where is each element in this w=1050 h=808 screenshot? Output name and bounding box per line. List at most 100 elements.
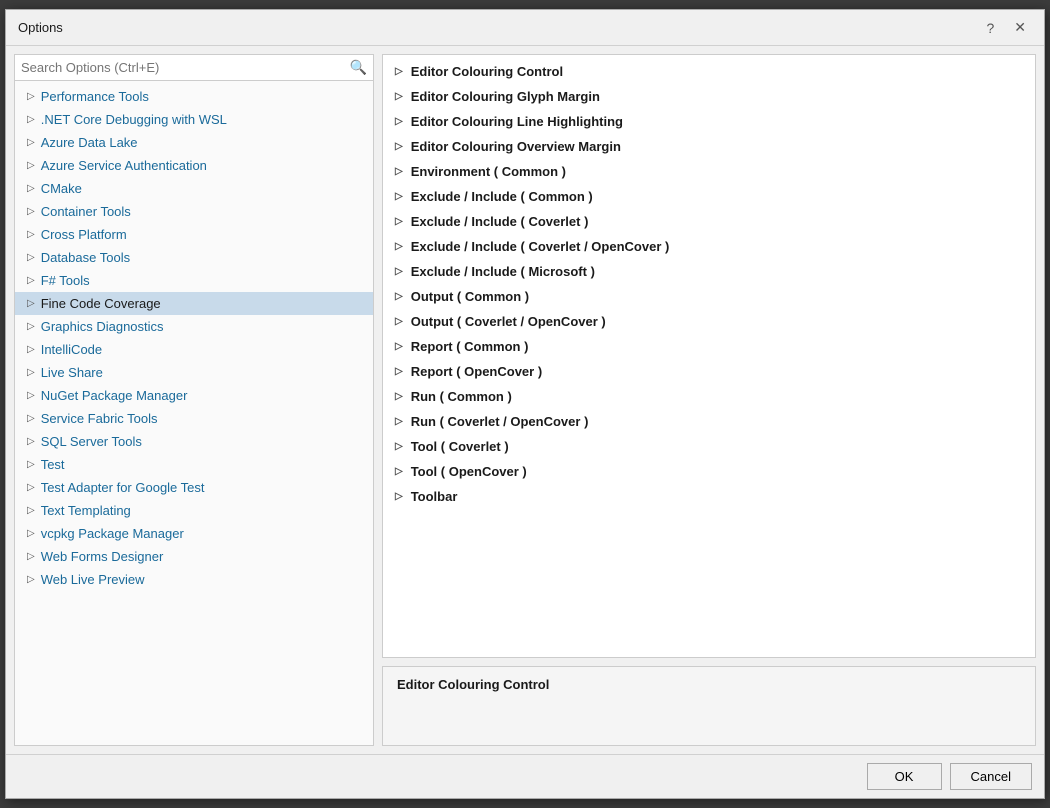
tree-item-label: Service Fabric Tools bbox=[41, 411, 158, 426]
tree-item[interactable]: ▷.NET Core Debugging with WSL bbox=[15, 108, 373, 131]
right-item-label: Run ( Coverlet / OpenCover ) bbox=[411, 414, 589, 429]
right-item-label: Exclude / Include ( Microsoft ) bbox=[411, 264, 595, 279]
tree-item-label: F# Tools bbox=[41, 273, 90, 288]
right-top-list: ▷Editor Colouring Control▷Editor Colouri… bbox=[382, 54, 1036, 658]
chevron-right-icon: ▷ bbox=[395, 216, 403, 227]
right-list-item[interactable]: ▷Output ( Coverlet / OpenCover ) bbox=[383, 309, 1035, 334]
right-item-label: Tool ( Coverlet ) bbox=[411, 439, 509, 454]
right-item-label: Report ( Common ) bbox=[411, 339, 529, 354]
right-item-label: Run ( Common ) bbox=[411, 389, 512, 404]
right-item-label: Exclude / Include ( Common ) bbox=[411, 189, 593, 204]
chevron-right-icon: ▷ bbox=[27, 321, 35, 332]
tree-item[interactable]: ▷ Fine Code Coverage bbox=[15, 292, 373, 315]
chevron-right-icon: ▷ bbox=[395, 416, 403, 427]
chevron-right-icon: ▷ bbox=[395, 91, 403, 102]
tree-item-label: Live Share bbox=[41, 365, 103, 380]
tree-item[interactable]: ▷Azure Service Authentication bbox=[15, 154, 373, 177]
chevron-right-icon: ▷ bbox=[27, 298, 35, 309]
right-item-label: Editor Colouring Line Highlighting bbox=[411, 114, 623, 129]
title-bar: Options ? ✕ bbox=[6, 10, 1044, 46]
right-list-item[interactable]: ▷Report ( Common ) bbox=[383, 334, 1035, 359]
chevron-right-icon: ▷ bbox=[395, 441, 403, 452]
tree-item[interactable]: ▷Azure Data Lake bbox=[15, 131, 373, 154]
tree-item[interactable]: ▷Web Live Preview bbox=[15, 568, 373, 591]
right-list-item[interactable]: ▷Report ( OpenCover ) bbox=[383, 359, 1035, 384]
chevron-right-icon: ▷ bbox=[27, 459, 35, 470]
tree-item-label: Graphics Diagnostics bbox=[41, 319, 164, 334]
tree-item[interactable]: ▷CMake bbox=[15, 177, 373, 200]
chevron-right-icon: ▷ bbox=[27, 367, 35, 378]
selected-item-label: Editor Colouring Control bbox=[397, 677, 549, 692]
chevron-right-icon: ▷ bbox=[395, 466, 403, 477]
chevron-right-icon: ▷ bbox=[27, 160, 35, 171]
right-list-item[interactable]: ▷ Run ( Common ) bbox=[383, 384, 1035, 409]
right-list-item[interactable]: ▷Editor Colouring Overview Margin bbox=[383, 134, 1035, 159]
cancel-button[interactable]: Cancel bbox=[950, 763, 1032, 790]
chevron-right-icon: ▷ bbox=[27, 137, 35, 148]
tree-item[interactable]: ▷Container Tools bbox=[15, 200, 373, 223]
chevron-right-icon: ▷ bbox=[395, 316, 403, 327]
dialog-body: 🔍 ▷Performance Tools▷.NET Core Debugging… bbox=[6, 46, 1044, 754]
right-list-item[interactable]: ▷ Exclude / Include ( Microsoft ) bbox=[383, 259, 1035, 284]
chevron-right-icon: ▷ bbox=[27, 344, 35, 355]
chevron-right-icon: ▷ bbox=[395, 391, 403, 402]
tree-item[interactable]: ▷SQL Server Tools bbox=[15, 430, 373, 453]
tree-item-label: Container Tools bbox=[41, 204, 131, 219]
right-bottom-label: Editor Colouring Control bbox=[382, 666, 1036, 746]
search-input[interactable] bbox=[21, 60, 350, 75]
right-list-item[interactable]: ▷ Run ( Coverlet / OpenCover ) bbox=[383, 409, 1035, 434]
tree-item-label: Cross Platform bbox=[41, 227, 127, 242]
tree-item-label: Fine Code Coverage bbox=[41, 296, 161, 311]
tree-item[interactable]: ▷IntelliCode bbox=[15, 338, 373, 361]
options-dialog: Options ? ✕ 🔍 ▷Performance Tools▷.NET Co… bbox=[5, 9, 1045, 799]
tree-item[interactable]: ▷ Text Templating bbox=[15, 499, 373, 522]
tree-item[interactable]: ▷ Test bbox=[15, 453, 373, 476]
chevron-right-icon: ▷ bbox=[27, 91, 35, 102]
right-list-item[interactable]: ▷Environment ( Common ) bbox=[383, 159, 1035, 184]
close-button[interactable]: ✕ bbox=[1008, 17, 1032, 38]
tree-item[interactable]: ▷ Graphics Diagnostics bbox=[15, 315, 373, 338]
chevron-right-icon: ▷ bbox=[27, 275, 35, 286]
right-list-item[interactable]: ▷ Exclude / Include ( Coverlet / OpenCove… bbox=[383, 234, 1035, 259]
tree-item[interactable]: ▷Performance Tools bbox=[15, 85, 373, 108]
tree-item[interactable]: ▷ Live Share bbox=[15, 361, 373, 384]
tree-item[interactable]: ▷Cross Platform bbox=[15, 223, 373, 246]
chevron-right-icon: ▷ bbox=[27, 114, 35, 125]
right-list-item[interactable]: ▷Editor Colouring Line Highlighting bbox=[383, 109, 1035, 134]
tree-item[interactable]: ▷vcpkg Package Manager bbox=[15, 522, 373, 545]
right-item-label: Output ( Common ) bbox=[411, 289, 529, 304]
tree-item[interactable]: ▷ Service Fabric Tools bbox=[15, 407, 373, 430]
tree-item-label: Test bbox=[41, 457, 65, 472]
dialog-title: Options bbox=[18, 20, 63, 35]
tree-item[interactable]: ▷Database Tools bbox=[15, 246, 373, 269]
right-list-item[interactable]: ▷Editor Colouring Control bbox=[383, 59, 1035, 84]
right-item-label: Exclude / Include ( Coverlet ) bbox=[411, 214, 589, 229]
right-list-item[interactable]: ▷ Tool ( Coverlet ) bbox=[383, 434, 1035, 459]
help-button[interactable]: ? bbox=[980, 18, 1000, 38]
tree-item-label: Text Templating bbox=[41, 503, 131, 518]
right-list-item[interactable]: ▷Exclude / Include ( Common ) bbox=[383, 184, 1035, 209]
right-list-item[interactable]: ▷Toolbar bbox=[383, 484, 1035, 509]
chevron-right-icon: ▷ bbox=[27, 390, 35, 401]
right-item-label: Exclude / Include ( Coverlet / OpenCover… bbox=[411, 239, 670, 254]
chevron-right-icon: ▷ bbox=[27, 436, 35, 447]
ok-button[interactable]: OK bbox=[867, 763, 942, 790]
chevron-right-icon: ▷ bbox=[27, 528, 35, 539]
chevron-right-icon: ▷ bbox=[27, 574, 35, 585]
right-list-item[interactable]: ▷Tool ( OpenCover ) bbox=[383, 459, 1035, 484]
tree-item-label: Web Forms Designer bbox=[41, 549, 164, 564]
chevron-right-icon: ▷ bbox=[27, 505, 35, 516]
right-item-label: Environment ( Common ) bbox=[411, 164, 566, 179]
chevron-right-icon: ▷ bbox=[27, 413, 35, 424]
right-list-item[interactable]: ▷Output ( Common ) bbox=[383, 284, 1035, 309]
tree-item[interactable]: ▷Web Forms Designer bbox=[15, 545, 373, 568]
tree-item[interactable]: ▷NuGet Package Manager bbox=[15, 384, 373, 407]
tree-item-label: Database Tools bbox=[41, 250, 130, 265]
chevron-right-icon: ▷ bbox=[395, 266, 403, 277]
right-list-item[interactable]: ▷Editor Colouring Glyph Margin bbox=[383, 84, 1035, 109]
tree-item[interactable]: ▷ F# Tools bbox=[15, 269, 373, 292]
right-item-label: Report ( OpenCover ) bbox=[411, 364, 542, 379]
right-list-item[interactable]: ▷ Exclude / Include ( Coverlet ) bbox=[383, 209, 1035, 234]
tree-item[interactable]: ▷Test Adapter for Google Test bbox=[15, 476, 373, 499]
chevron-right-icon: ▷ bbox=[395, 241, 403, 252]
